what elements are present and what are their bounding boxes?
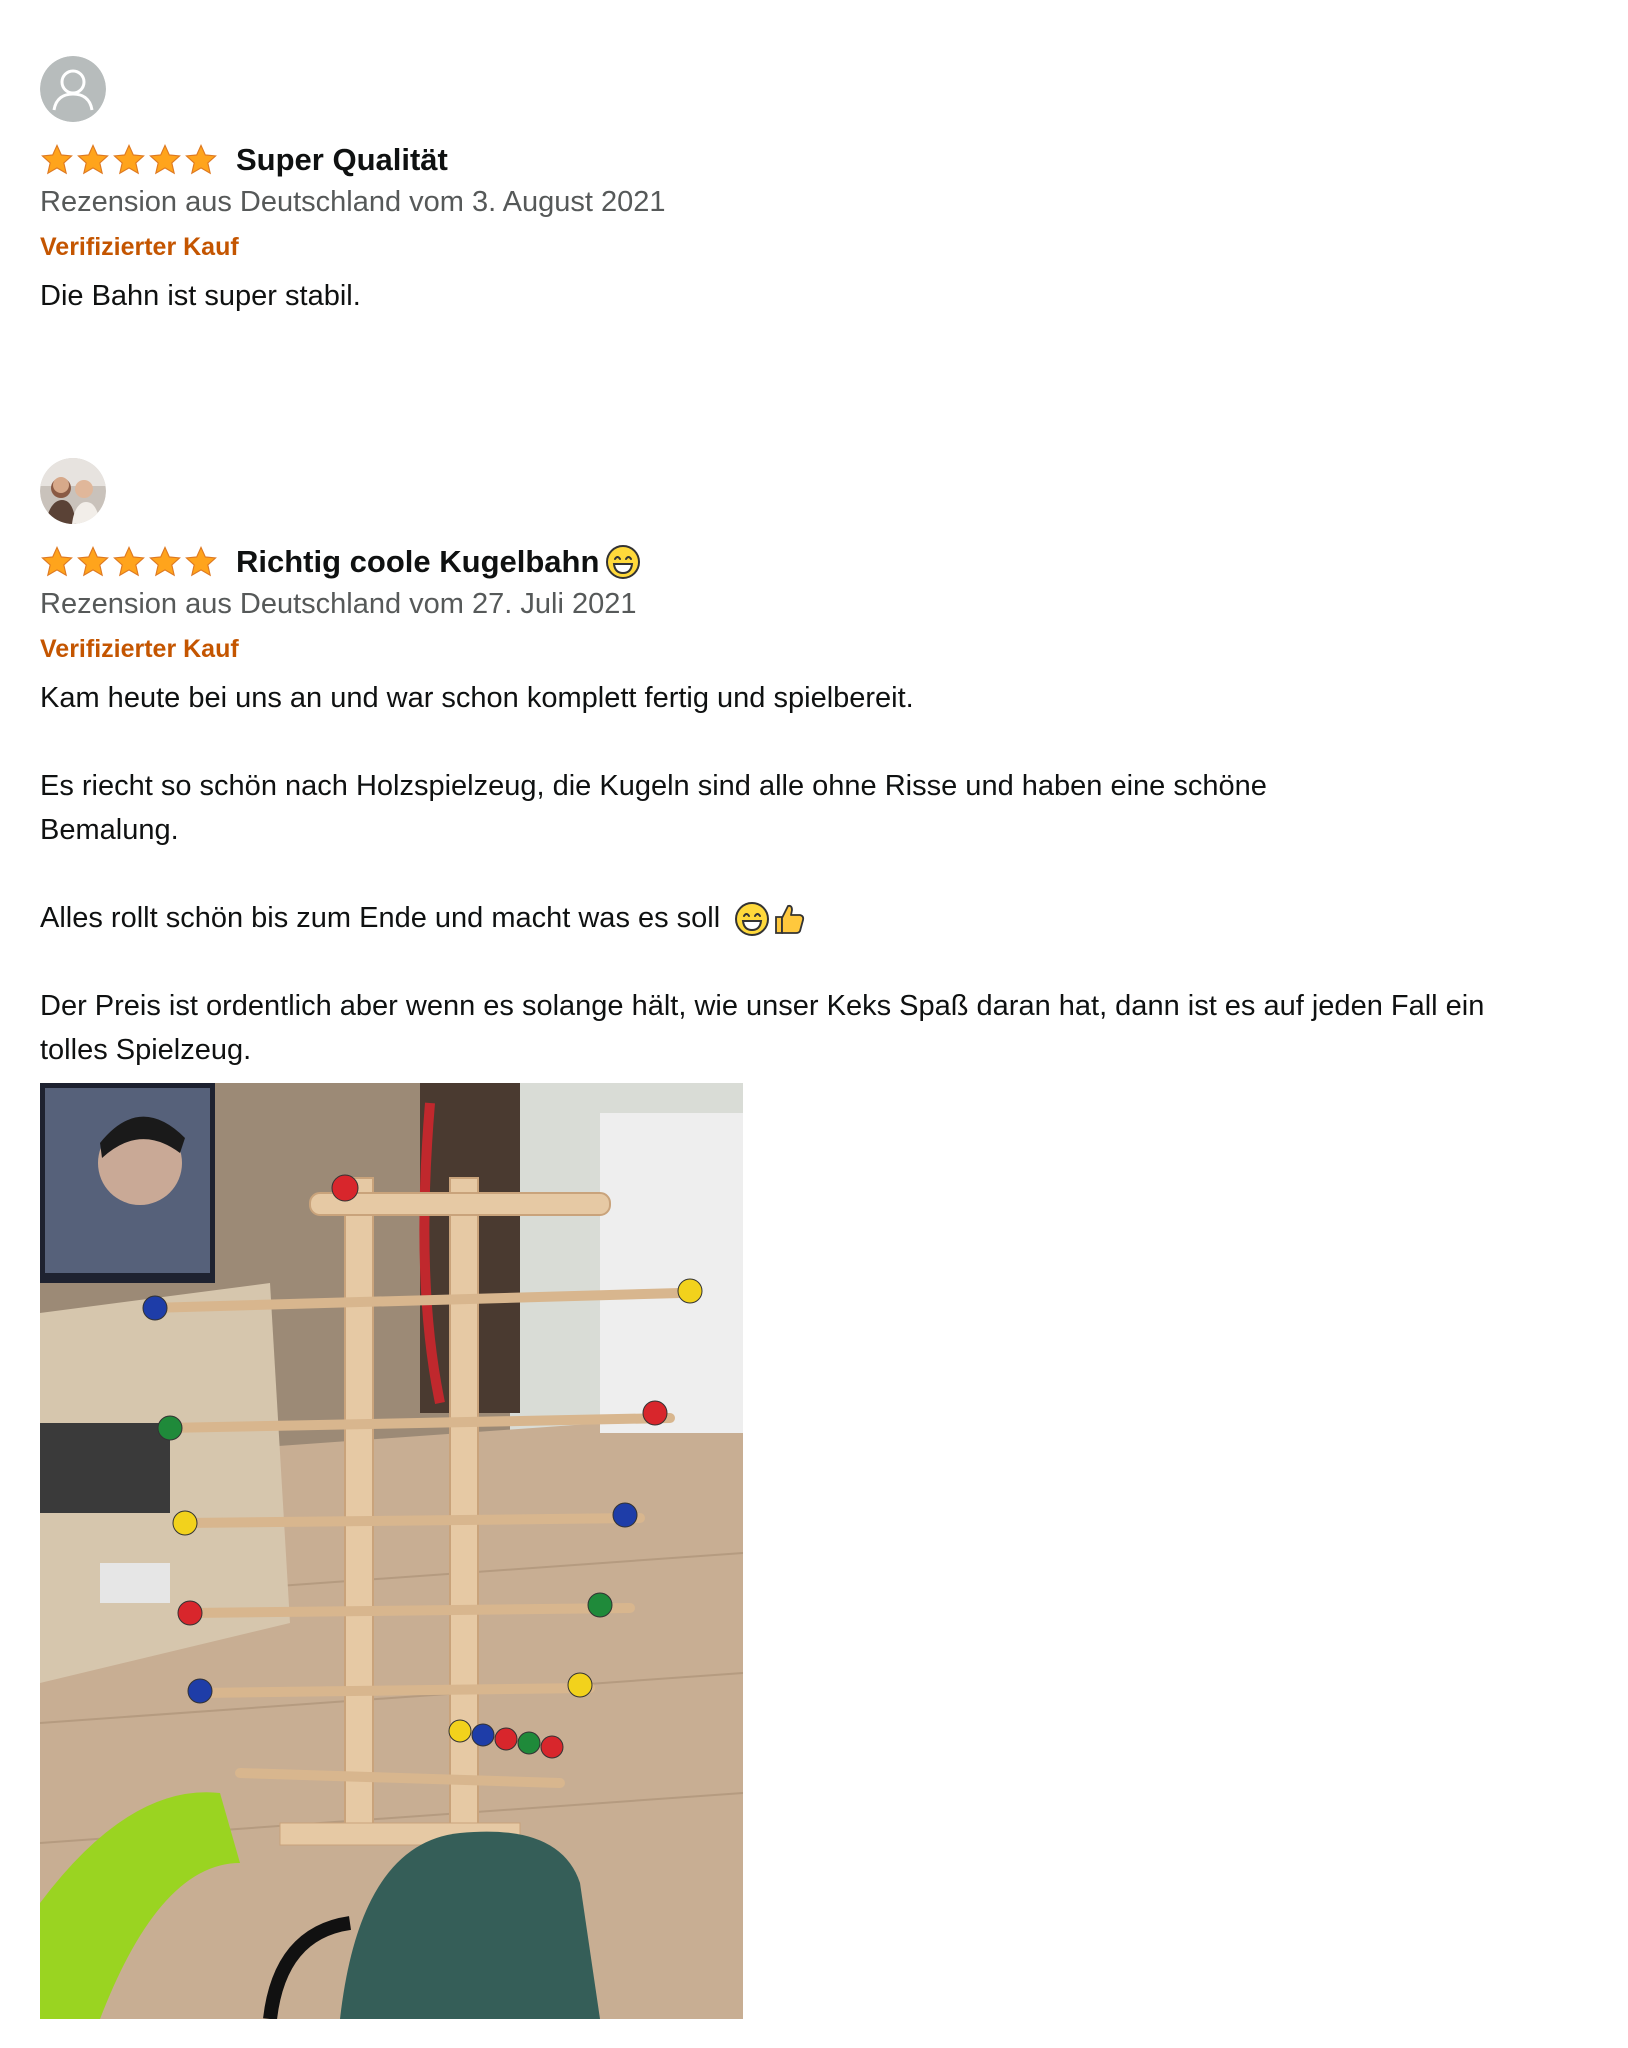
thumbs-up-emoji-icon [775,905,805,935]
review-paragraph-with-emoji: Alles rollt schön bis zum Ende und macht… [40,896,1580,940]
star-icon [184,546,218,578]
star-icon [40,546,74,578]
star-icon [76,144,110,176]
review-body: Kam heute bei uns an und war schon kompl… [40,676,1580,1072]
star-rating[interactable] [40,546,218,578]
review-meta: Rezension aus Deutschland vom 3. August … [40,186,666,218]
review-title[interactable]: Richtig coole Kugelbahn [236,544,641,580]
star-icon [112,546,146,578]
star-icon [40,144,74,176]
review-meta: Rezension aus Deutschland vom 27. Juli 2… [40,588,637,620]
review-paragraph: Die Bahn ist super stabil. [40,280,361,312]
review-title[interactable]: Super Qualität [236,142,448,178]
review-photo-marble-run[interactable] [40,1083,743,2019]
user-photo-avatar-icon[interactable] [40,458,106,524]
grinning-face-emoji-icon [606,545,641,579]
review-2: Richtig coole Kugelbahn Rezension aus De… [40,458,1580,1072]
star-rating[interactable] [40,144,218,176]
review-paragraph: Kam heute bei uns an und war schon kompl… [40,682,914,714]
star-icon [112,144,146,176]
review-title-text: Richtig coole Kugelbahn [236,544,600,579]
review-paragraph: Es riecht so schön nach Holzspielzeug, d… [40,770,1267,846]
review-body: Die Bahn ist super stabil. [40,274,1580,318]
default-avatar-icon[interactable] [40,56,106,122]
review-paragraph: Der Preis ist ordentlich aber wenn es so… [40,990,1485,1066]
grinning-face-emoji-icon [735,902,770,937]
star-icon [184,144,218,176]
verified-purchase-badge: Verifizierter Kauf [40,635,239,663]
review-header: Richtig coole Kugelbahn [40,540,1580,584]
review-paragraph-text: Alles rollt schön bis zum Ende und macht… [40,902,721,934]
review-1: Super Qualität Rezension aus Deutschland… [40,56,1580,318]
star-icon [76,546,110,578]
verified-purchase-badge: Verifizierter Kauf [40,233,239,261]
star-icon [148,546,182,578]
review-header: Super Qualität [40,138,1580,182]
star-icon [148,144,182,176]
